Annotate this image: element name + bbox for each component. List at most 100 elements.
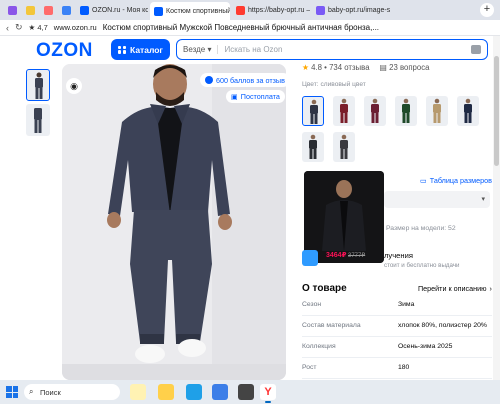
go-to-description-label: Перейти к описанию: [418, 284, 487, 293]
tab-favicon-icon: [316, 5, 325, 15]
star-icon: ★: [302, 63, 309, 72]
postpay-badge[interactable]: ▣ Постоплата: [226, 90, 285, 103]
find-similar-icon[interactable]: ◉: [66, 78, 82, 94]
swatch-photo: [371, 98, 379, 123]
taskbar-search[interactable]: ⌕ Поиск: [24, 384, 120, 400]
edge-icon[interactable]: [186, 384, 202, 400]
color-swatch[interactable]: [302, 132, 324, 162]
spec-value: хлопок 80%, полиэстер 20%: [398, 322, 487, 329]
model-photo: [62, 64, 286, 380]
color-swatch[interactable]: [302, 96, 324, 126]
catalog-button[interactable]: Каталог: [111, 39, 170, 60]
copilot-icon[interactable]: [130, 384, 146, 400]
search-bar[interactable]: Везде ▾ Искать на Ozon: [176, 39, 488, 60]
browser-tab[interactable]: Костюм спортивный М×: [150, 2, 230, 20]
search-input[interactable]: Искать на Ozon: [224, 45, 282, 54]
go-to-description-link[interactable]: Перейти к описанию ›: [418, 284, 492, 293]
color-swatch[interactable]: [364, 96, 386, 126]
spec-value: Осень-зима 2025: [398, 343, 453, 350]
spec-value: 180: [398, 364, 410, 371]
page-title: Костюм спортивный Мужской Повседневный б…: [102, 23, 380, 32]
file-explorer-icon[interactable]: [158, 384, 174, 400]
tab-favicon-icon: [44, 5, 53, 15]
swatch-photo: [309, 134, 317, 159]
swatch-photo: [340, 134, 348, 159]
browser-tab[interactable]: [58, 2, 74, 18]
terminal-icon[interactable]: [238, 384, 254, 400]
rating-text: 4.8 • 734 отзыва: [311, 63, 370, 72]
windows-taskbar: ⌕ Поиск Y: [0, 380, 500, 404]
tab-favicon-icon: [236, 5, 245, 15]
chat-icon: ▤: [379, 63, 387, 72]
browser-tab[interactable]: [22, 2, 38, 18]
postpay-badge-label: Постоплата: [240, 92, 280, 101]
tab-label: OZON.ru - Моя корзина: [92, 6, 148, 14]
browser-tab[interactable]: https://baby-opt.ru — Ян: [232, 2, 310, 18]
rating-link[interactable]: ★ 4.8 • 734 отзыва: [302, 63, 370, 72]
color-swatch[interactable]: [395, 96, 417, 126]
spec-value: Зима: [398, 301, 415, 308]
store-icon[interactable]: [212, 384, 228, 400]
wallet-icon: ▣: [231, 92, 238, 101]
site-rating-icon[interactable]: ★ 4,7: [29, 23, 48, 32]
points-icon: [205, 76, 213, 84]
url-text[interactable]: www.ozon.ru: [54, 23, 97, 32]
search-scope-select[interactable]: Везде ▾: [183, 45, 219, 54]
search-icon: ⌕: [29, 387, 34, 396]
product-main-image[interactable]: [62, 64, 286, 380]
address-bar[interactable]: ‹ ↻ ★ 4,7 www.ozon.ru Костюм спортивный …: [0, 20, 500, 36]
gallery-thumb-2[interactable]: [26, 104, 50, 136]
swatch-photo: [310, 99, 318, 124]
points-for-review-badge[interactable]: 600 баллов за отзыв: [200, 73, 290, 87]
browser-tab[interactable]: baby-opt.ru/image-search: [312, 2, 390, 18]
delivery-icon: [302, 250, 318, 266]
swatch-photo: [433, 98, 441, 123]
spec-key: Рост: [302, 364, 317, 371]
suit-icon: [34, 108, 42, 133]
delivery-subtitle: стоит и бесплатно выдачи: [384, 262, 460, 269]
color-swatch[interactable]: [333, 96, 355, 126]
spec-row: Рост 180: [302, 361, 492, 379]
spec-row: Коллекция Осень-зима 2025: [302, 340, 492, 358]
spec-key: Коллекция: [302, 343, 336, 350]
swatch-photo: [464, 98, 472, 123]
chevron-down-icon: ▾: [481, 196, 485, 203]
swatch-photo: [340, 98, 348, 123]
gallery-thumb-1[interactable]: [26, 69, 50, 101]
windows-start-icon[interactable]: [6, 386, 18, 398]
rating-row: ★ 4.8 • 734 отзыва ▤ 23 вопроса: [302, 63, 429, 72]
back-icon[interactable]: ‹: [6, 23, 9, 33]
grid-icon: [118, 45, 126, 54]
catalog-label: Каталог: [130, 44, 163, 55]
browser-tab[interactable]: [4, 2, 20, 18]
person-icon: [35, 72, 43, 99]
browser-tab[interactable]: OZON.ru - Моя корзина: [76, 2, 148, 18]
browser-tab[interactable]: [40, 2, 56, 18]
new-tab-button[interactable]: +: [480, 3, 494, 17]
browser-tab-strip: OZON.ru - Моя корзинаКостюм спортивный М…: [0, 0, 500, 20]
site-rating: 4,7: [37, 23, 48, 32]
ozon-logo[interactable]: OZON: [36, 40, 93, 62]
about-product-heading: О товаре: [302, 283, 347, 294]
color-swatch[interactable]: [333, 132, 355, 162]
color-swatch[interactable]: [426, 96, 448, 126]
scrollbar-thumb[interactable]: [494, 56, 499, 166]
tab-label: Костюм спортивный М: [166, 7, 230, 15]
size-select[interactable]: ▾: [384, 191, 490, 208]
color-swatch[interactable]: [457, 96, 479, 126]
questions-text: 23 вопроса: [389, 63, 430, 72]
tab-label: https://baby-opt.ru — Ян: [248, 6, 310, 14]
size-table-link[interactable]: ▭ Таблица размеров: [420, 176, 492, 185]
camera-search-icon[interactable]: [471, 45, 481, 54]
tab-favicon-icon: [154, 6, 163, 16]
page-scrollbar[interactable]: [493, 36, 500, 380]
delivery-title: лучения: [384, 251, 413, 260]
model-size-note: Размер на модели: 52: [386, 225, 456, 232]
chevron-right-icon: ›: [489, 284, 492, 293]
yandex-browser-icon[interactable]: Y: [260, 384, 276, 403]
questions-link[interactable]: ▤ 23 вопроса: [380, 63, 430, 72]
tab-favicon-icon: [8, 5, 17, 15]
reload-icon[interactable]: ↻: [15, 22, 23, 33]
ruler-icon: ▭: [420, 176, 427, 185]
tab-favicon-icon: [80, 5, 89, 15]
